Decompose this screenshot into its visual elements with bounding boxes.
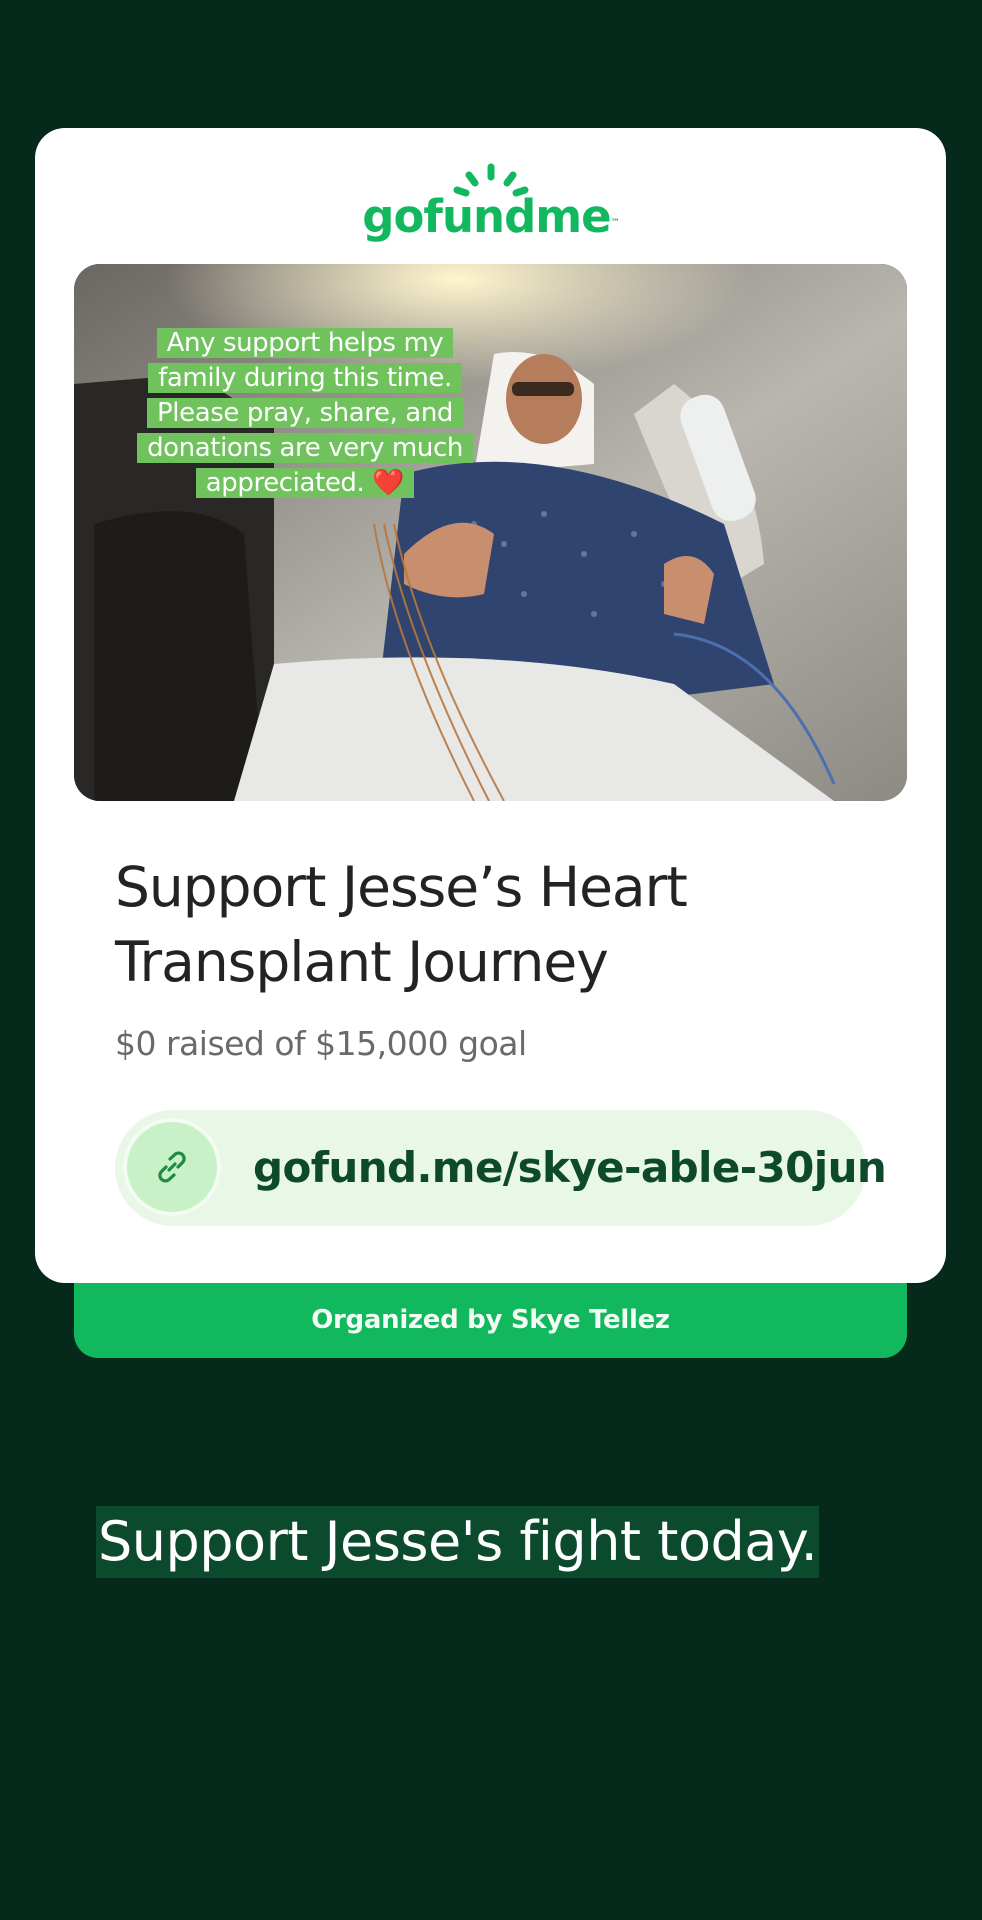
campaign-link-button[interactable]: gofund.me/skye-able-30jun — [115, 1110, 887, 1226]
fundraiser-card[interactable]: gofundme™ Any support helps my family du… — [35, 128, 946, 1283]
campaign-photo: Any support helps my family during this … — [74, 264, 907, 801]
gofundme-logo: gofundme™ — [35, 162, 946, 243]
organizer-banner: Organized by Skye Tellez — [74, 1283, 907, 1358]
story-caption: Support Jesse's fight today. — [96, 1506, 820, 1578]
photo-caption: Any support helps my family during this … — [130, 326, 480, 501]
story-background: gofundme™ Any support helps my family du… — [0, 0, 982, 1920]
raised-amount: $0 raised of $15,000 goal — [115, 1024, 527, 1063]
link-icon — [127, 1122, 217, 1212]
campaign-title: Support Jesse’s Heart Transplant Journey — [115, 855, 688, 994]
campaign-link-text[interactable]: gofund.me/skye-able-30jun — [253, 1140, 887, 1196]
organizer-text: Organized by Skye Tellez — [311, 1305, 670, 1335]
logo-wordmark: gofundme™ — [362, 190, 619, 243]
